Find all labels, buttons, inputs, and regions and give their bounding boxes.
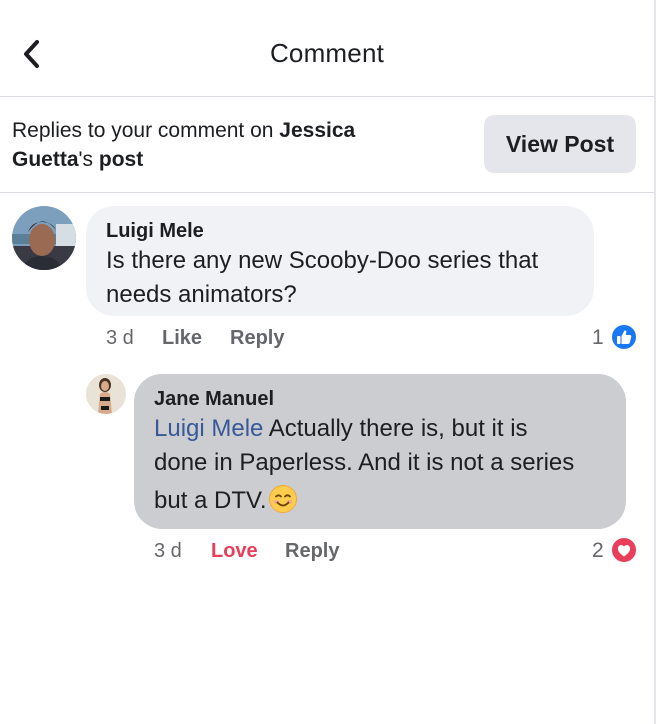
comment-text-line-1: Is there any new Scooby-Doo series that (106, 247, 539, 274)
love-reaction-icon[interactable] (610, 536, 638, 564)
comment-text: Is there any new Scooby-Doo series that … (106, 244, 586, 312)
post-owner-first[interactable]: Jessica (279, 119, 355, 142)
comment-timestamp[interactable]: 3 d (106, 327, 134, 350)
reply-text-line-2: done in Paperless. And it is not a serie… (154, 449, 575, 476)
reply-text-part-3: but a DTV. (154, 487, 267, 514)
context-text: Replies to your comment on Jessica Guetta… (12, 116, 432, 174)
comment-text-line-2: needs animators? (106, 281, 297, 308)
reply-reply-button[interactable]: Reply (285, 540, 339, 563)
avatar-jane-image (86, 374, 126, 414)
context-possessive: 's (78, 148, 94, 171)
reply-text: Luigi Mele Actually there is, but it is … (154, 412, 620, 518)
comment-bubble[interactable]: Luigi Mele Is there any new Scooby-Doo s… (86, 206, 594, 316)
avatar-luigi[interactable] (12, 206, 76, 270)
reply-text-line-1: Luigi Mele Actually there is, but it is (154, 412, 620, 446)
top-bar: Comment (0, 0, 654, 97)
reply-timestamp[interactable]: 3 d (154, 540, 182, 563)
reply-bubble[interactable]: Jane Manuel Luigi Mele Actually there is… (134, 374, 626, 529)
reply-author[interactable]: Jane Manuel (154, 388, 274, 411)
avatar-jane[interactable] (86, 374, 126, 414)
comment-reaction-count[interactable]: 1 (592, 326, 604, 350)
smiling-face-icon (268, 484, 298, 514)
like-reaction-icon[interactable] (610, 323, 638, 351)
page-title: Comment (269, 38, 385, 68)
comment-like-button[interactable]: Like (162, 327, 202, 350)
post-owner-last[interactable]: Guetta (12, 148, 79, 171)
comment-author[interactable]: Luigi Mele (106, 220, 204, 243)
view-post-button[interactable]: View Post (484, 115, 636, 173)
avatar-luigi-image (12, 206, 76, 270)
reply-love-button[interactable]: Love (211, 540, 258, 563)
context-prefix: Replies to your comment on (12, 119, 280, 142)
context-post-word: post (93, 148, 144, 171)
reply-text-part-1: Actually there is, but it is (263, 415, 528, 442)
reply-reaction-count[interactable]: 2 (592, 539, 604, 563)
comment-reply-button[interactable]: Reply (230, 327, 284, 350)
reply-text-line-3: but a DTV. (154, 484, 620, 518)
mention-link[interactable]: Luigi Mele (154, 415, 263, 442)
